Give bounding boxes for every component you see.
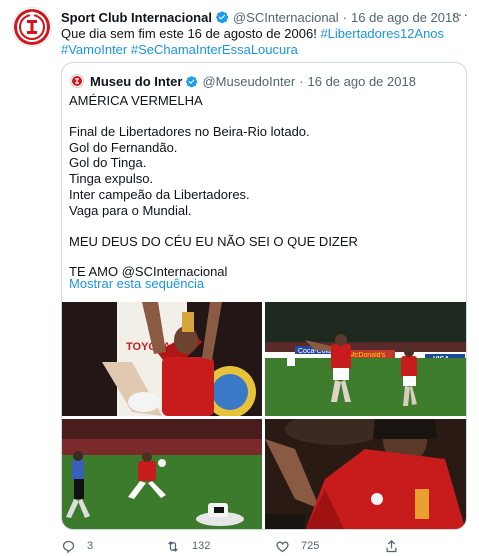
- photo-captain-celebration[interactable]: [265, 419, 466, 529]
- quoted-line: AMÉRICA VERMELHA: [69, 93, 203, 108]
- share-button[interactable]: [384, 539, 399, 554]
- quoted-tweet-header: Museu do Inter @MuseudoInter · 16 de ago…: [70, 72, 458, 90]
- quoted-line: Final de Libertadores no Beira-Rio lotad…: [69, 123, 310, 139]
- author-avatar[interactable]: [12, 7, 52, 47]
- tweet-header: Sport Club Internacional @SCInternaciona…: [61, 6, 469, 26]
- quoted-tweet-date[interactable]: 16 de ago de 2018: [308, 74, 416, 89]
- photo-grid: TOYOTA Coca-Cola McDonald's: [62, 302, 466, 529]
- verified-badge-icon: [215, 10, 229, 24]
- heart-icon: [276, 540, 289, 552]
- quoted-line: Tinga expulso.: [69, 171, 154, 187]
- verified-badge-icon: [185, 75, 198, 88]
- author-handle[interactable]: @SCInternacional: [233, 10, 339, 25]
- museum-avatar[interactable]: [70, 74, 84, 88]
- reply-icon: [62, 540, 75, 553]
- like-count: 725: [301, 540, 320, 552]
- retweet-count: 132: [192, 540, 211, 552]
- separator-dot: ·: [342, 9, 348, 25]
- tweet-actions: 3 132 725: [61, 538, 467, 554]
- share-icon: [386, 539, 397, 552]
- retweet-button[interactable]: 132: [165, 539, 210, 554]
- inter-crest-icon: [72, 76, 82, 86]
- show-thread-link[interactable]: Mostrar esta sequência: [69, 276, 204, 291]
- like-button[interactable]: 725: [275, 539, 319, 554]
- inter-crest-icon: [14, 9, 50, 45]
- quoted-author-handle[interactable]: @MuseudoInter: [202, 74, 295, 89]
- tweet-text: Que dia sem fim este 16 de agosto de 200…: [61, 26, 469, 58]
- quoted-line: MEU DEUS DO CÉU EU NÃO SEI O QUE DIZER: [69, 233, 358, 249]
- tweet[interactable]: Sport Club Internacional @SCInternaciona…: [0, 0, 479, 556]
- quoted-author-name[interactable]: Museu do Inter: [90, 74, 182, 89]
- banner-text: McDonald's: [349, 352, 386, 359]
- quoted-line: Inter campeão da Libertadores.: [69, 186, 250, 202]
- photo-goal-action[interactable]: [62, 419, 262, 529]
- photo-trophy-celebration[interactable]: TOYOTA: [62, 302, 262, 416]
- quoted-line: Gol do Tinga.: [69, 155, 147, 171]
- hashtag-link[interactable]: #SeChamaInterEssaLoucura: [131, 42, 298, 57]
- reply-button[interactable]: 3: [61, 539, 93, 554]
- photo-goal-celebration[interactable]: Coca-Cola McDonald's VISA: [265, 302, 466, 416]
- tweet-date[interactable]: 16 de ago de 2018: [351, 10, 459, 25]
- quoted-tweet-text: AMÉRICA VERMELHA Final de Libertadores n…: [69, 93, 458, 280]
- hashtag-link[interactable]: #Libertadores12Anos: [320, 26, 444, 41]
- more-options-icon[interactable]: ···: [452, 6, 469, 22]
- hashtag-link[interactable]: #VamoInter: [61, 42, 127, 57]
- retweet-icon: [168, 540, 178, 552]
- tweet-text-body: Que dia sem fim este 16 de agosto de 200…: [61, 26, 321, 41]
- reply-count: 3: [87, 540, 94, 552]
- separator-dot: ·: [299, 73, 304, 89]
- quoted-tweet[interactable]: Museu do Inter @MuseudoInter · 16 de ago…: [61, 62, 467, 530]
- quoted-line: Gol do Fernandão.: [69, 139, 178, 155]
- author-name[interactable]: Sport Club Internacional: [61, 10, 212, 25]
- quoted-line: Vaga para o Mundial.: [69, 202, 192, 218]
